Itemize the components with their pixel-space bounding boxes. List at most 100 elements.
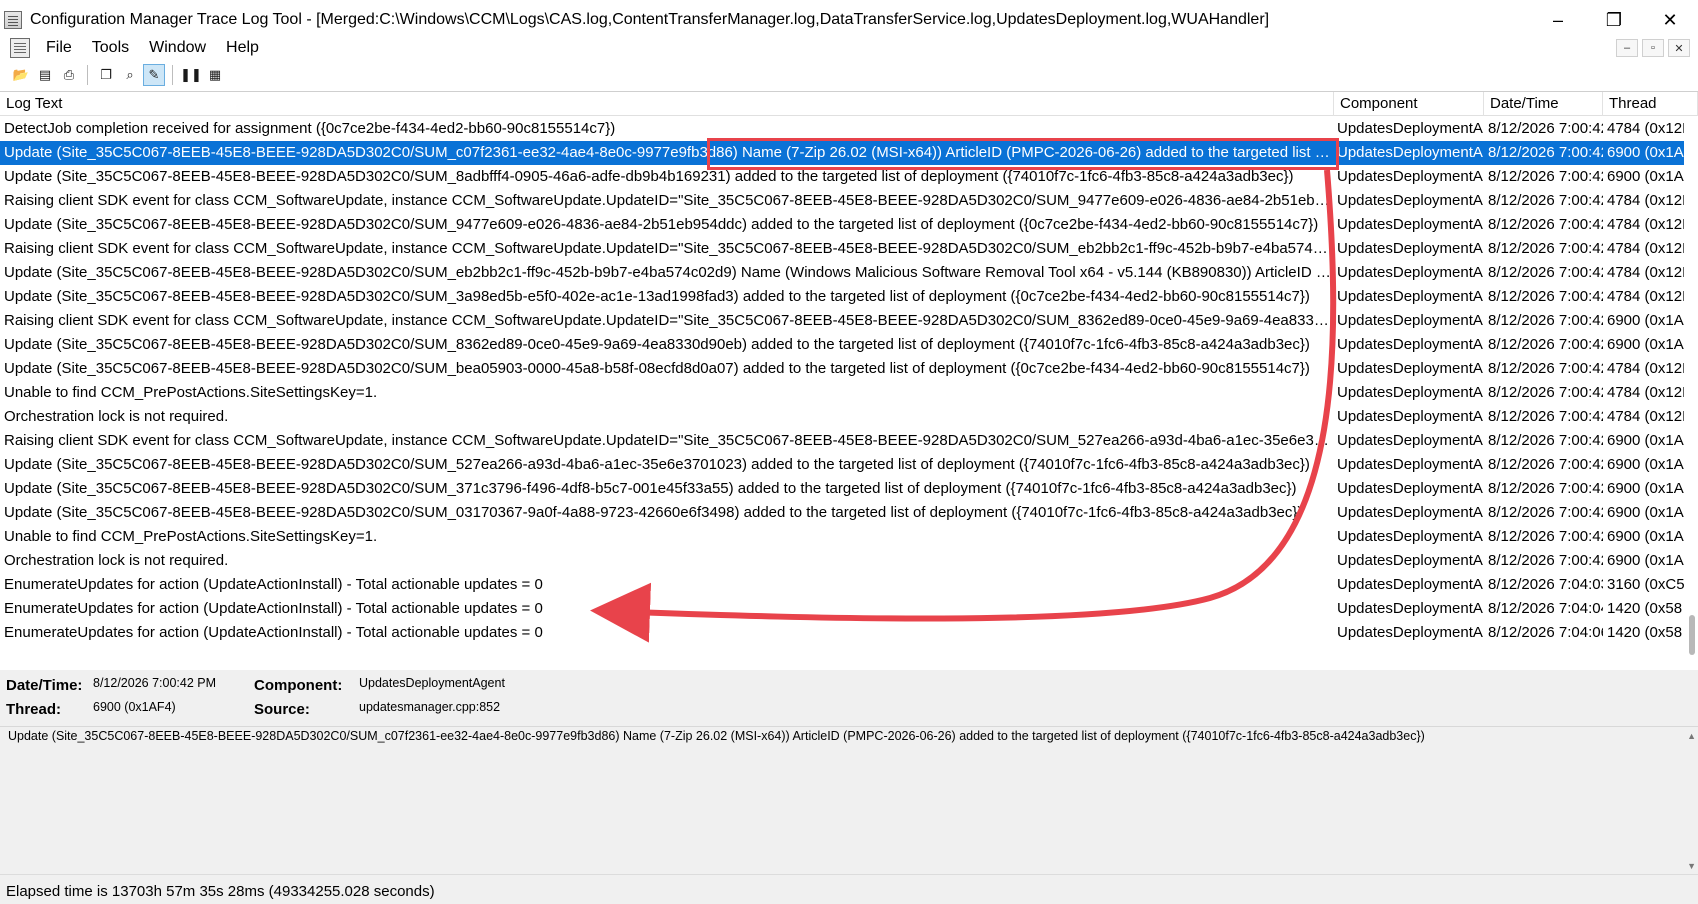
grid-scrollbar[interactable] [1684, 117, 1698, 671]
find-icon[interactable]: ⌕ [119, 64, 141, 86]
component-cell: UpdatesDeploymentA [1337, 216, 1483, 233]
error-lookup-icon[interactable]: ▦ [204, 64, 226, 86]
message-scrollbar[interactable]: ▲ ▼ [1684, 727, 1698, 875]
grid-body: DetectJob completion received for assign… [0, 117, 1684, 645]
toolbar-separator [87, 65, 88, 85]
thread-cell: 6900 (0x1A [1607, 312, 1684, 329]
document-icon[interactable] [10, 38, 30, 58]
scrollbar-thumb[interactable] [1689, 615, 1695, 655]
component-cell: UpdatesDeploymentA [1337, 144, 1483, 161]
log-text-cell: Raising client SDK event for class CCM_S… [4, 432, 1334, 449]
thread-cell: 1420 (0x58 [1607, 624, 1683, 641]
component-cell: UpdatesDeploymentA [1337, 576, 1483, 593]
table-row[interactable]: Raising client SDK event for class CCM_S… [0, 429, 1684, 453]
component-cell: UpdatesDeploymentA [1337, 120, 1483, 137]
table-row[interactable]: Update (Site_35C5C067-8EEB-45E8-BEEE-928… [0, 357, 1684, 381]
datetime-cell: 8/12/2026 7:00:42 [1488, 456, 1603, 473]
table-row[interactable]: Unable to find CCM_PrePostActions.SiteSe… [0, 381, 1684, 405]
table-row[interactable]: Update (Site_35C5C067-8EEB-45E8-BEEE-928… [0, 453, 1684, 477]
datetime-cell: 8/12/2026 7:00:42 [1488, 288, 1603, 305]
datetime-cell: 8/12/2026 7:04:06 [1488, 624, 1603, 641]
print-icon[interactable]: ⎙ [58, 64, 80, 86]
log-text-cell: Update (Site_35C5C067-8EEB-45E8-BEEE-928… [4, 456, 1310, 473]
component-cell: UpdatesDeploymentA [1337, 552, 1483, 569]
minimize-button[interactable]: – [1530, 0, 1586, 40]
log-text-cell: Update (Site_35C5C067-8EEB-45E8-BEEE-928… [4, 288, 1310, 305]
highlight-icon[interactable]: ✎ [143, 64, 165, 86]
table-row[interactable]: Raising client SDK event for class CCM_S… [0, 189, 1684, 213]
log-text-cell: EnumerateUpdates for action (UpdateActio… [4, 624, 543, 641]
copy-icon[interactable]: ❐ [95, 64, 117, 86]
table-row[interactable]: EnumerateUpdates for action (UpdateActio… [0, 597, 1684, 621]
window-title: Configuration Manager Trace Log Tool - [… [30, 11, 1270, 28]
component-cell: UpdatesDeploymentA [1337, 504, 1483, 521]
table-row[interactable]: EnumerateUpdates for action (UpdateActio… [0, 621, 1684, 645]
thread-cell: 4784 (0x12I [1607, 240, 1684, 257]
thread-cell: 3160 (0xC5 [1607, 576, 1684, 593]
mdi-minimize-button[interactable]: – [1616, 39, 1638, 57]
scroll-down-icon[interactable]: ▼ [1687, 861, 1696, 871]
log-text-cell: Raising client SDK event for class CCM_S… [4, 240, 1334, 257]
datetime-cell: 8/12/2026 7:00:42 [1488, 264, 1603, 281]
column-header-thread[interactable]: Thread [1603, 92, 1698, 116]
table-row[interactable]: Raising client SDK event for class CCM_S… [0, 309, 1684, 333]
thread-cell: 4784 (0x12I [1607, 288, 1684, 305]
source-label: Source: [254, 701, 310, 718]
elapsed-time-status: Elapsed time is 13703h 57m 35s 28ms (493… [6, 883, 435, 900]
datetime-cell: 8/12/2026 7:04:03 [1488, 576, 1603, 593]
thread-cell: 6900 (0x1A [1607, 144, 1684, 161]
component-cell: UpdatesDeploymentA [1337, 528, 1483, 545]
table-row[interactable]: Orchestration lock is not required. Updat… [0, 549, 1684, 573]
table-row[interactable]: Update (Site_35C5C067-8EEB-45E8-BEEE-928… [0, 261, 1684, 285]
callout-highlight-box [707, 138, 1339, 170]
table-row[interactable]: Update (Site_35C5C067-8EEB-45E8-BEEE-928… [0, 477, 1684, 501]
table-row[interactable]: Raising client SDK event for class CCM_S… [0, 237, 1684, 261]
source-value: updatesmanager.cpp:852 [359, 700, 501, 714]
table-row[interactable]: Update (Site_35C5C067-8EEB-45E8-BEEE-928… [0, 213, 1684, 237]
thread-value: 6900 (0x1AF4) [93, 700, 176, 714]
mdi-close-button[interactable]: ✕ [1668, 39, 1690, 57]
log-text-cell: Update (Site_35C5C067-8EEB-45E8-BEEE-928… [4, 264, 1334, 281]
toolbar: 📂 ▤ ⎙ ❐ ⌕ ✎ ❚❚ ▦ [0, 62, 1698, 88]
table-row[interactable]: Orchestration lock is not required. Updat… [0, 405, 1684, 429]
component-cell: UpdatesDeploymentA [1337, 312, 1483, 329]
datetime-value: 8/12/2026 7:00:42 PM [93, 676, 217, 690]
log-text-cell: EnumerateUpdates for action (UpdateActio… [4, 600, 543, 617]
thread-cell: 4784 (0x12I [1607, 360, 1684, 377]
datetime-cell: 8/12/2026 7:00:42 [1488, 240, 1603, 257]
menu-tools[interactable]: Tools [82, 35, 139, 61]
menu-window[interactable]: Window [139, 35, 216, 61]
pause-icon[interactable]: ❚❚ [180, 64, 202, 86]
table-row[interactable]: Update (Site_35C5C067-8EEB-45E8-BEEE-928… [0, 501, 1684, 525]
menu-help[interactable]: Help [216, 35, 269, 61]
toolbar-separator [172, 65, 173, 85]
datetime-cell: 8/12/2026 7:00:42 [1488, 216, 1603, 233]
message-pane[interactable]: Update (Site_35C5C067-8EEB-45E8-BEEE-928… [0, 726, 1698, 874]
save-icon[interactable]: ▤ [34, 64, 56, 86]
open-folder-icon[interactable]: 📂 [10, 64, 32, 86]
table-row[interactable]: Update (Site_35C5C067-8EEB-45E8-BEEE-928… [0, 285, 1684, 309]
component-cell: UpdatesDeploymentA [1337, 600, 1483, 617]
datetime-cell: 8/12/2026 7:00:42 [1488, 528, 1603, 545]
component-cell: UpdatesDeploymentA [1337, 480, 1483, 497]
status-bar: Elapsed time is 13703h 57m 35s 28ms (493… [0, 874, 1698, 904]
close-button[interactable]: ✕ [1642, 0, 1698, 40]
scroll-up-icon[interactable]: ▲ [1687, 731, 1696, 741]
menu-file[interactable]: File [36, 35, 82, 61]
window-controls: – ❐ ✕ [1530, 0, 1698, 40]
datetime-cell: 8/12/2026 7:00:42 [1488, 360, 1603, 377]
table-row[interactable]: Update (Site_35C5C067-8EEB-45E8-BEEE-928… [0, 333, 1684, 357]
component-cell: UpdatesDeploymentA [1337, 432, 1483, 449]
datetime-cell: 8/12/2026 7:00:42 [1488, 336, 1603, 353]
table-row[interactable]: Unable to find CCM_PrePostActions.SiteSe… [0, 525, 1684, 549]
column-header-datetime[interactable]: Date/Time [1484, 92, 1603, 116]
table-row[interactable]: EnumerateUpdates for action (UpdateActio… [0, 573, 1684, 597]
log-grid[interactable]: Log Text Component Date/Time Thread Dete… [0, 91, 1698, 671]
column-header-component[interactable]: Component [1334, 92, 1484, 116]
thread-cell: 6900 (0x1A [1607, 456, 1684, 473]
log-text-cell: Update (Site_35C5C067-8EEB-45E8-BEEE-928… [4, 504, 1303, 521]
mdi-restore-button[interactable]: ▫ [1642, 39, 1664, 57]
log-text-cell: Orchestration lock is not required. [4, 552, 229, 569]
column-header-log-text[interactable]: Log Text [0, 92, 1334, 116]
maximize-button[interactable]: ❐ [1586, 0, 1642, 40]
